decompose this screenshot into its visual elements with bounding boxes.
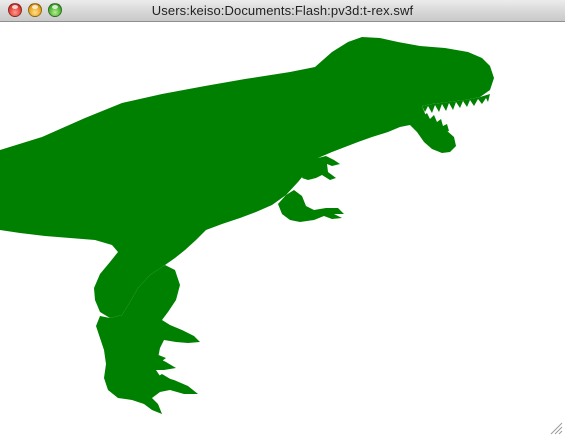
flash-content-area[interactable] bbox=[0, 22, 565, 437]
t-rex-body bbox=[0, 37, 494, 318]
window-title: Users:keiso:Documents:Flash:pv3d:t-rex.s… bbox=[151, 3, 414, 18]
title-bar[interactable]: Users:keiso:Documents:Flash:pv3d:t-rex.s… bbox=[0, 0, 565, 22]
flash-player-window: Users:keiso:Documents:Flash:pv3d:t-rex.s… bbox=[0, 0, 565, 437]
t-rex-canvas bbox=[0, 37, 494, 414]
resize-grip-icon[interactable] bbox=[550, 422, 563, 435]
lower-arm bbox=[278, 190, 344, 222]
t-rex-silhouette bbox=[0, 37, 494, 414]
